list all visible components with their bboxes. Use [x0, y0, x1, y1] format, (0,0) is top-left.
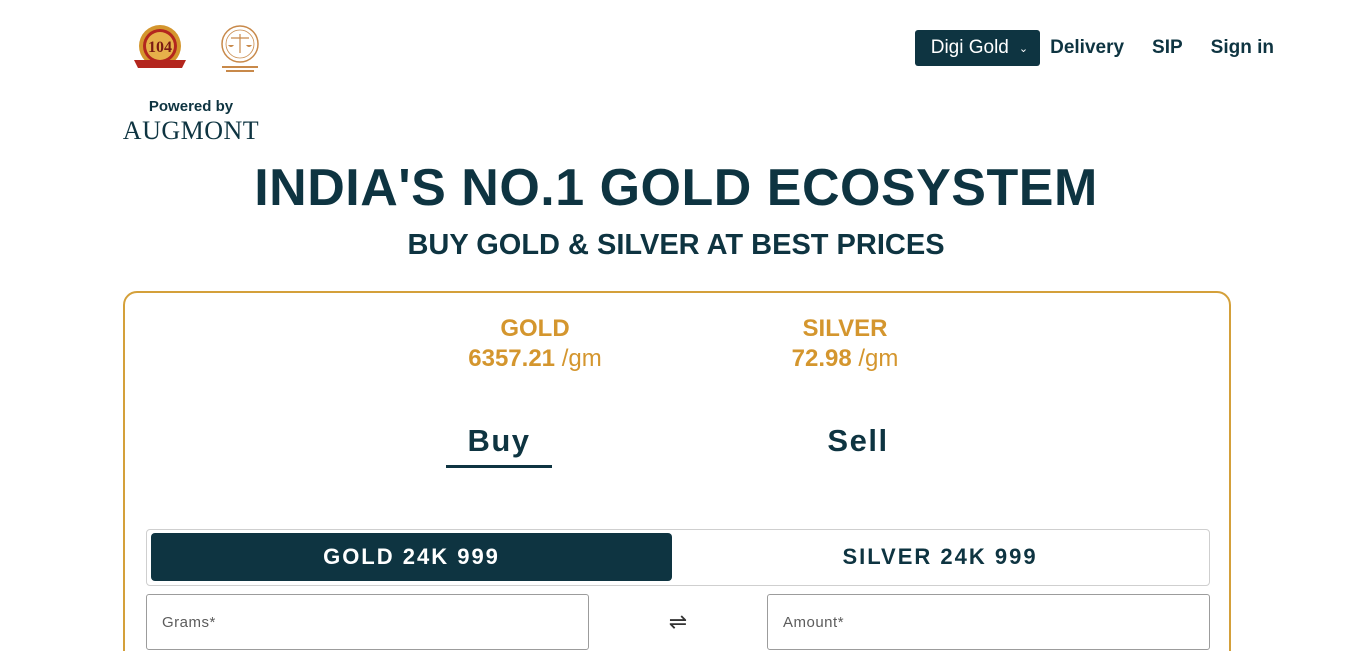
ibja-seal-icon: [221, 25, 259, 72]
gold-price-value: 6357.21: [468, 345, 556, 372]
nav-delivery-link[interactable]: Delivery: [1050, 37, 1124, 59]
partner-logos: 104: [130, 22, 280, 76]
silver-price: SILVER 72.98 /gm: [755, 315, 935, 375]
amount-input[interactable]: [767, 594, 1210, 650]
hero-subtitle: BUY GOLD & SILVER AT BEST PRICES: [407, 229, 945, 261]
silver-price-value-line: 72.98 /gm: [755, 343, 935, 375]
metal-selector: GOLD 24K 999 SILVER 24K 999: [146, 529, 1210, 586]
hero-title: INDIA'S NO.1 GOLD ECOSYSTEM: [254, 159, 1098, 217]
nav-digi-gold-label: Digi Gold: [930, 37, 1009, 58]
tab-sell[interactable]: Sell: [805, 423, 911, 459]
badge-number: 104: [148, 39, 172, 56]
gold-price: GOLD 6357.21 /gm: [445, 315, 625, 375]
gold-price-value-line: 6357.21 /gm: [445, 343, 625, 375]
swap-arrows-icon[interactable]: ⇌: [663, 609, 693, 635]
silver-price-unit: /gm: [858, 345, 899, 372]
gold-price-label: GOLD: [500, 315, 570, 342]
silver-price-value: 72.98: [791, 345, 852, 372]
silver-price-label: SILVER: [802, 315, 888, 342]
silver-24k-button[interactable]: SILVER 24K 999: [675, 533, 1205, 581]
buy-sell-card: GOLD 6357.21 /gm SILVER 72.98 /gm Buy Se…: [123, 291, 1231, 651]
nav-sign-in-link[interactable]: Sign in: [1211, 37, 1274, 59]
augmont-logo: AUGMONT: [122, 116, 260, 145]
chevron-down-icon: ⌄: [1018, 42, 1029, 55]
top-navigation: Digi Gold ⌄ Delivery SIP Sign in: [914, 30, 1274, 66]
gold-price-unit: /gm: [561, 345, 602, 372]
powered-by-augmont: Powered by AUGMONT: [114, 98, 268, 146]
tab-buy[interactable]: Buy: [446, 423, 552, 468]
powered-by-label: Powered by: [148, 98, 234, 115]
nav-sip-link[interactable]: SIP: [1152, 37, 1183, 59]
104-years-badge-icon: 104: [134, 25, 186, 68]
grams-input[interactable]: [146, 594, 589, 650]
nav-digi-gold-dropdown[interactable]: Digi Gold ⌄: [914, 30, 1041, 66]
gold-24k-button[interactable]: GOLD 24K 999: [151, 533, 672, 581]
